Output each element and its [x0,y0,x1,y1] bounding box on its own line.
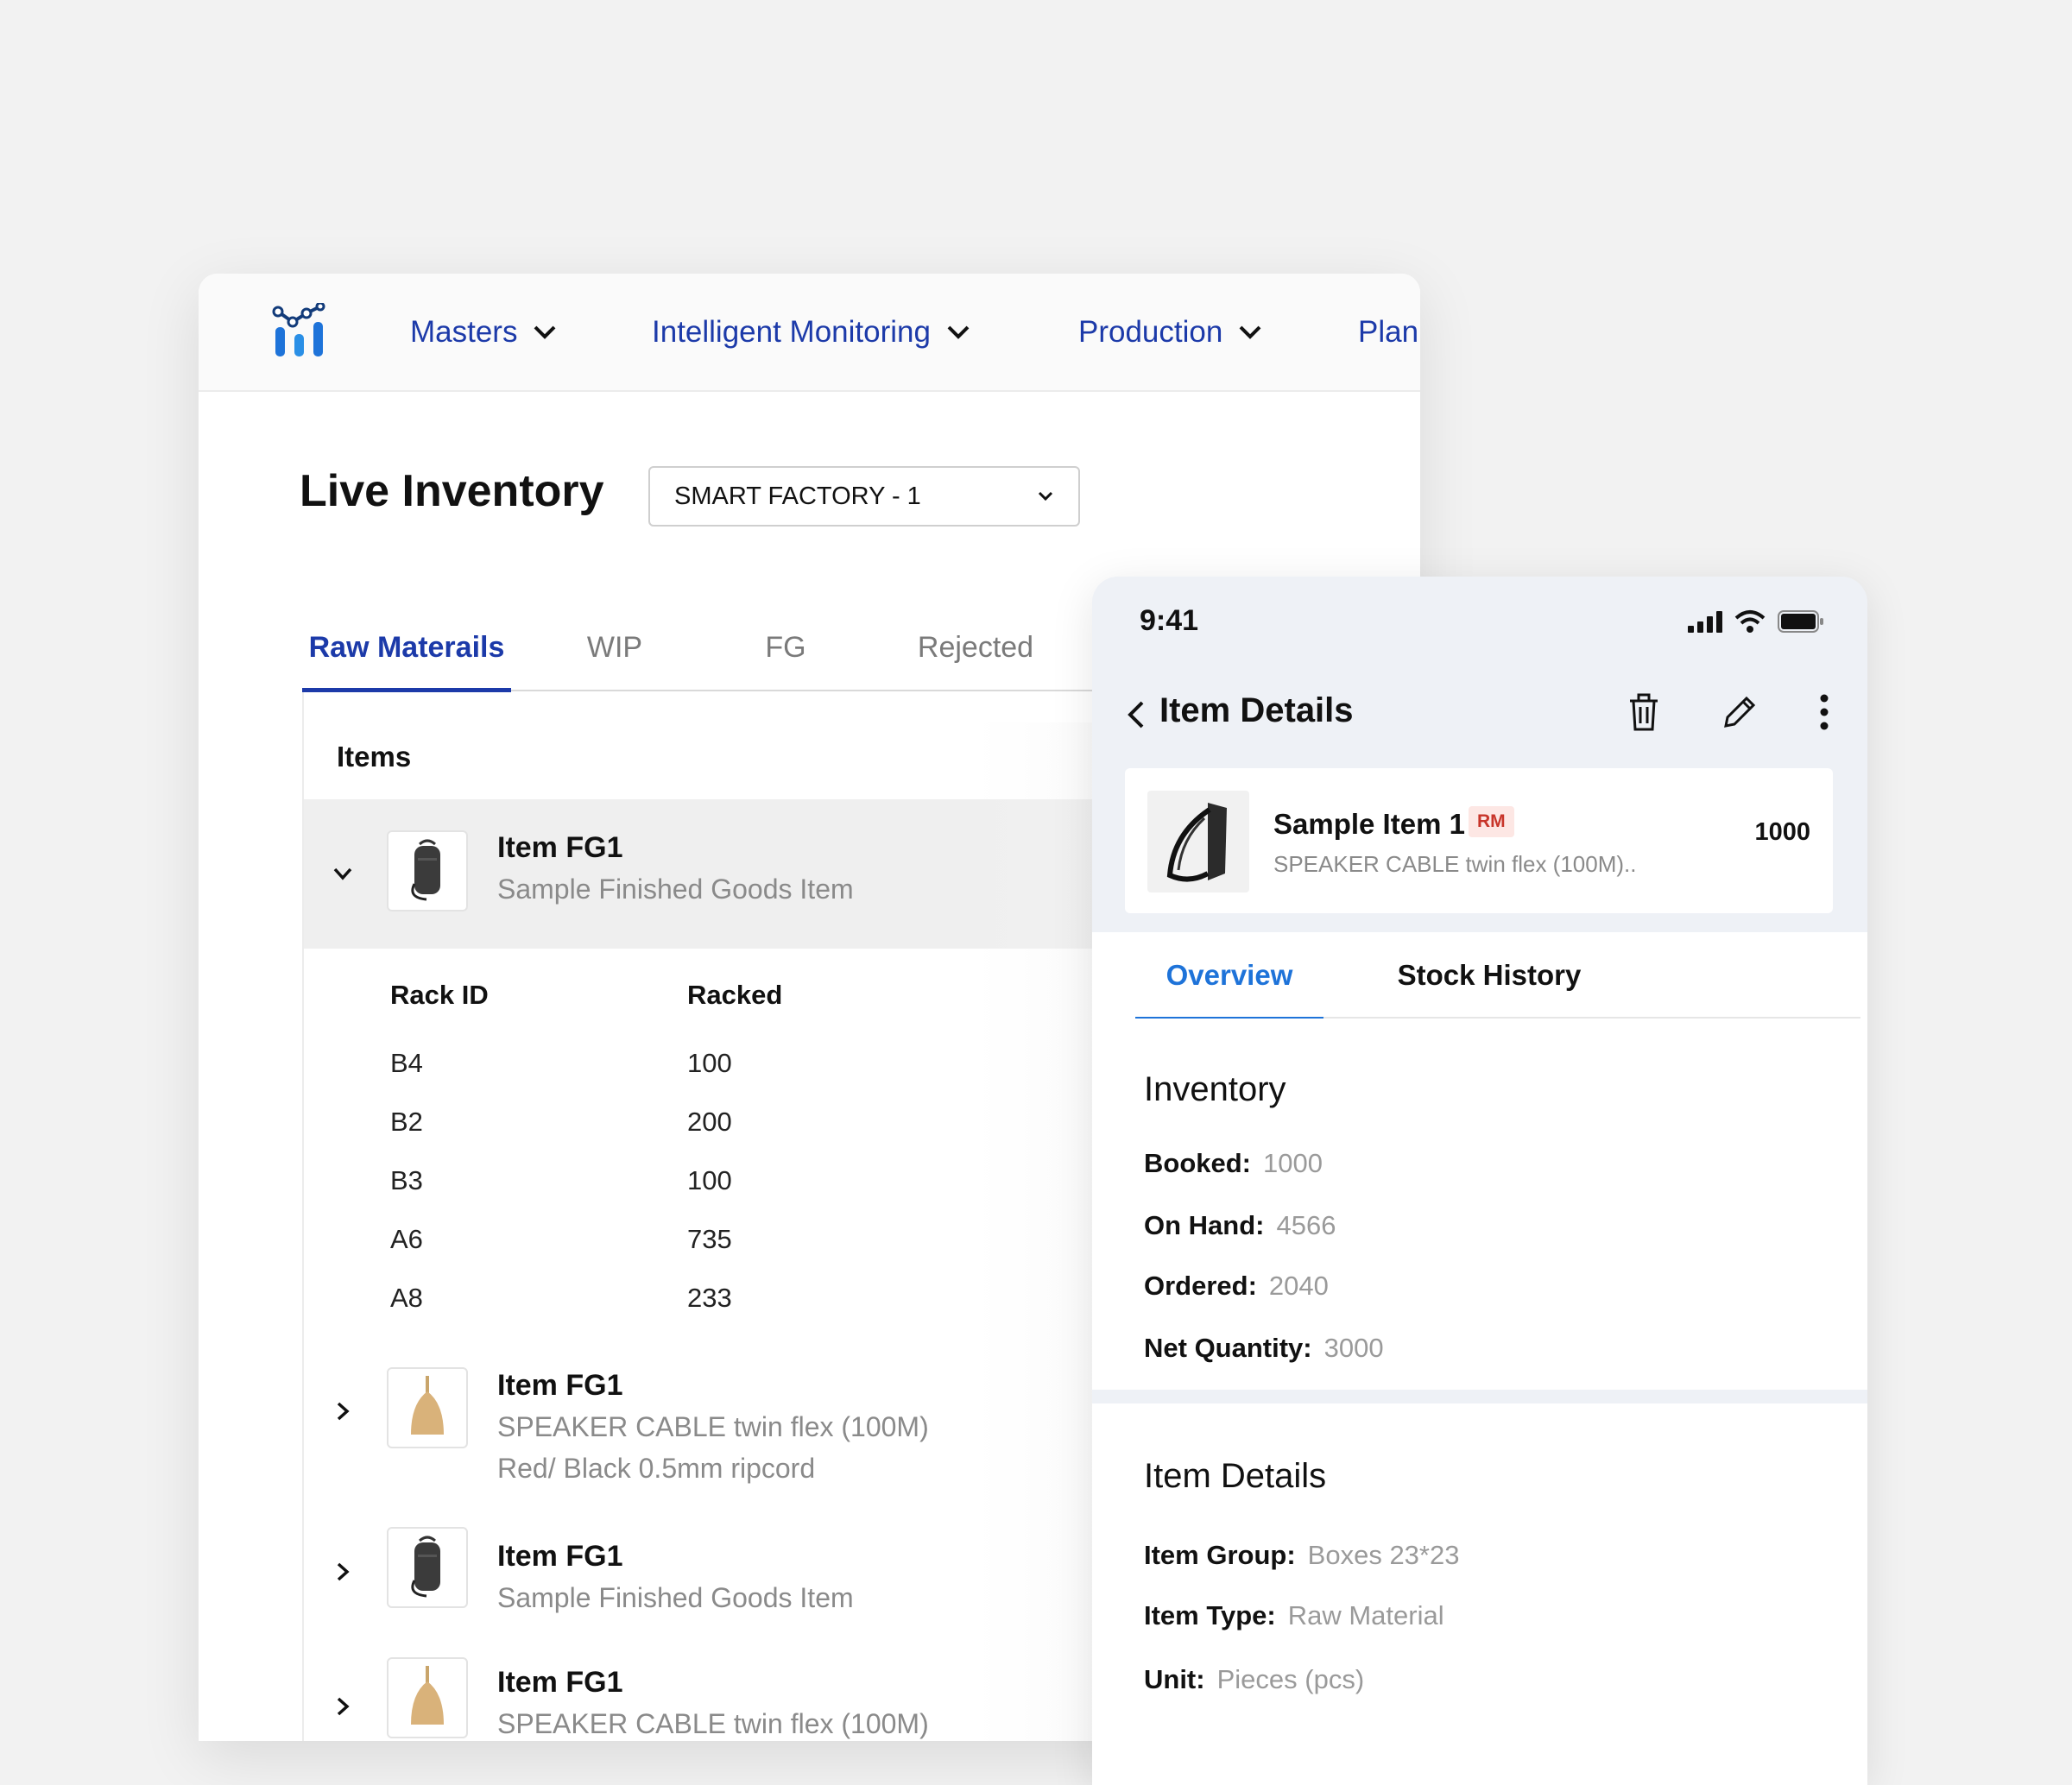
item-thumbnail [387,1367,468,1448]
status-icons [1688,609,1824,634]
field-value: 4566 [1276,1210,1336,1240]
rack-id-header: Rack ID [390,980,489,1010]
field-label: Net Quantity: [1144,1333,1312,1363]
nav-production-label: Production [1078,315,1223,349]
rack-id-cell: A6 [390,1224,423,1254]
logo-icon[interactable] [272,303,327,356]
item-desc: SPEAKER CABLE twin flex (100M) [497,1411,929,1442]
chevron-down-icon [1038,491,1053,501]
page-title: Live Inventory [300,466,604,516]
racked-cell: 200 [687,1107,732,1137]
item-quantity: 1000 [1754,818,1810,846]
item-summary-card[interactable]: Sample Item 1 RM SPEAKER CABLE twin flex… [1125,768,1833,913]
item-image [1147,791,1249,892]
detail-row: Item Group: Boxes 23*23 [1144,1540,1459,1571]
back-icon[interactable] [1125,699,1147,730]
detail-row: Unit: Pieces (pcs) [1144,1664,1364,1695]
racked-cell: 100 [687,1048,732,1078]
rack-id-cell: B2 [390,1107,423,1137]
field-value: 3000 [1323,1333,1384,1363]
backpack-image [411,1536,440,1598]
inventory-row: Net Quantity: 3000 [1144,1333,1384,1364]
racked-cell: 233 [687,1283,732,1313]
chevron-right-icon[interactable] [332,1561,354,1583]
item-name: Item FG1 [497,831,623,864]
field-label: Ordered: [1144,1271,1257,1301]
chevron-right-icon[interactable] [332,1695,354,1718]
field-value: Boxes 23*23 [1307,1540,1460,1570]
item-name: Item FG1 [497,1540,623,1573]
racked-cell: 735 [687,1224,732,1254]
racked-cell: 100 [687,1165,732,1195]
signal-icon [1688,611,1722,633]
backpack-image [411,839,440,901]
inventory-row: Ordered: 2040 [1144,1271,1329,1302]
chevron-right-icon[interactable] [332,1400,354,1422]
top-navigation: Masters Intelligent Monitoring Productio… [199,274,1420,392]
tab-raw-materials[interactable]: Raw Materails [302,606,511,692]
wifi-icon [1734,610,1766,633]
item-desc: Sample Finished Goods Item [497,1582,854,1613]
tab-rejected[interactable]: Rejected [906,606,1045,690]
wooden-board-image [411,1376,444,1435]
field-label: Booked: [1144,1148,1251,1178]
detail-row: Item Type: Raw Material [1144,1600,1444,1631]
section-title: Inventory [1144,1070,1286,1108]
item-desc: SPEAKER CABLE twin flex (100M).. [1273,851,1637,877]
mobile-screen: 9:41 Item Details Sample Item 1 RM SPEAK… [1092,577,1867,1785]
field-label: Unit: [1144,1664,1205,1694]
item-details-section: Item Details Item Group: Boxes 23*23 Item… [1092,1403,1867,1785]
field-value: Raw Material [1287,1600,1444,1630]
nav-intelligent-monitoring-label: Intelligent Monitoring [652,315,931,349]
bag-image [1166,803,1227,882]
rack-id-cell: B3 [390,1165,423,1195]
status-time: 9:41 [1140,604,1199,637]
field-label: Item Type: [1144,1600,1276,1630]
item-name: Sample Item 1 [1273,808,1465,840]
tab-overview[interactable]: Overview [1135,932,1323,1019]
item-desc: SPEAKER CABLE twin flex (100M) [497,1708,929,1739]
tab-stock-history[interactable]: Stock History [1368,932,1610,1019]
battery-icon [1778,610,1823,633]
rack-id-cell: A8 [390,1283,423,1313]
nav-intelligent-monitoring[interactable]: Intelligent Monitoring [652,312,970,352]
field-value: 1000 [1263,1148,1323,1178]
inventory-section: Inventory Booked: 1000 On Hand: 4566 Order… [1092,1019,1867,1390]
factory-select[interactable]: SMART FACTORY - 1 [648,466,1080,527]
rack-id-cell: B4 [390,1048,423,1078]
nav-plan[interactable]: Plan [1358,312,1418,352]
item-thumbnail [387,1527,468,1608]
pencil-icon[interactable] [1719,691,1760,733]
tab-fg[interactable]: FG [734,606,837,690]
field-label: Item Group: [1144,1540,1296,1570]
wooden-board-image [411,1666,444,1725]
chevron-down-icon [534,325,556,339]
field-value: 2040 [1268,1271,1329,1301]
screen-title: Item Details [1159,691,1354,729]
chevron-down-icon[interactable] [332,862,354,885]
trash-icon[interactable] [1623,691,1665,733]
racked-header: Racked [687,980,783,1010]
chevron-down-icon [1239,325,1261,339]
section-title: Item Details [1144,1457,1327,1495]
inventory-row: Booked: 1000 [1144,1148,1323,1179]
nav-masters[interactable]: Masters [410,312,557,352]
field-value: Pieces (pcs) [1216,1664,1365,1694]
type-badge: RM [1469,806,1514,837]
chevron-down-icon [947,325,970,339]
nav-production[interactable]: Production [1078,312,1262,352]
nav-masters-label: Masters [410,315,518,349]
nav-plan-label: Plan [1358,315,1419,349]
field-label: On Hand: [1144,1210,1265,1240]
more-vertical-icon[interactable] [1804,691,1845,733]
item-thumbnail [387,830,468,911]
item-name: Item FG1 [497,1666,623,1699]
item-desc: Sample Finished Goods Item [497,874,854,905]
tab-wip[interactable]: WIP [563,606,666,690]
items-header: Items [337,741,412,773]
item-name: Item FG1 [497,1369,623,1402]
item-desc: Red/ Black 0.5mm ripcord [497,1453,816,1484]
factory-select-value: SMART FACTORY - 1 [674,482,921,510]
inventory-row: On Hand: 4566 [1144,1210,1336,1241]
